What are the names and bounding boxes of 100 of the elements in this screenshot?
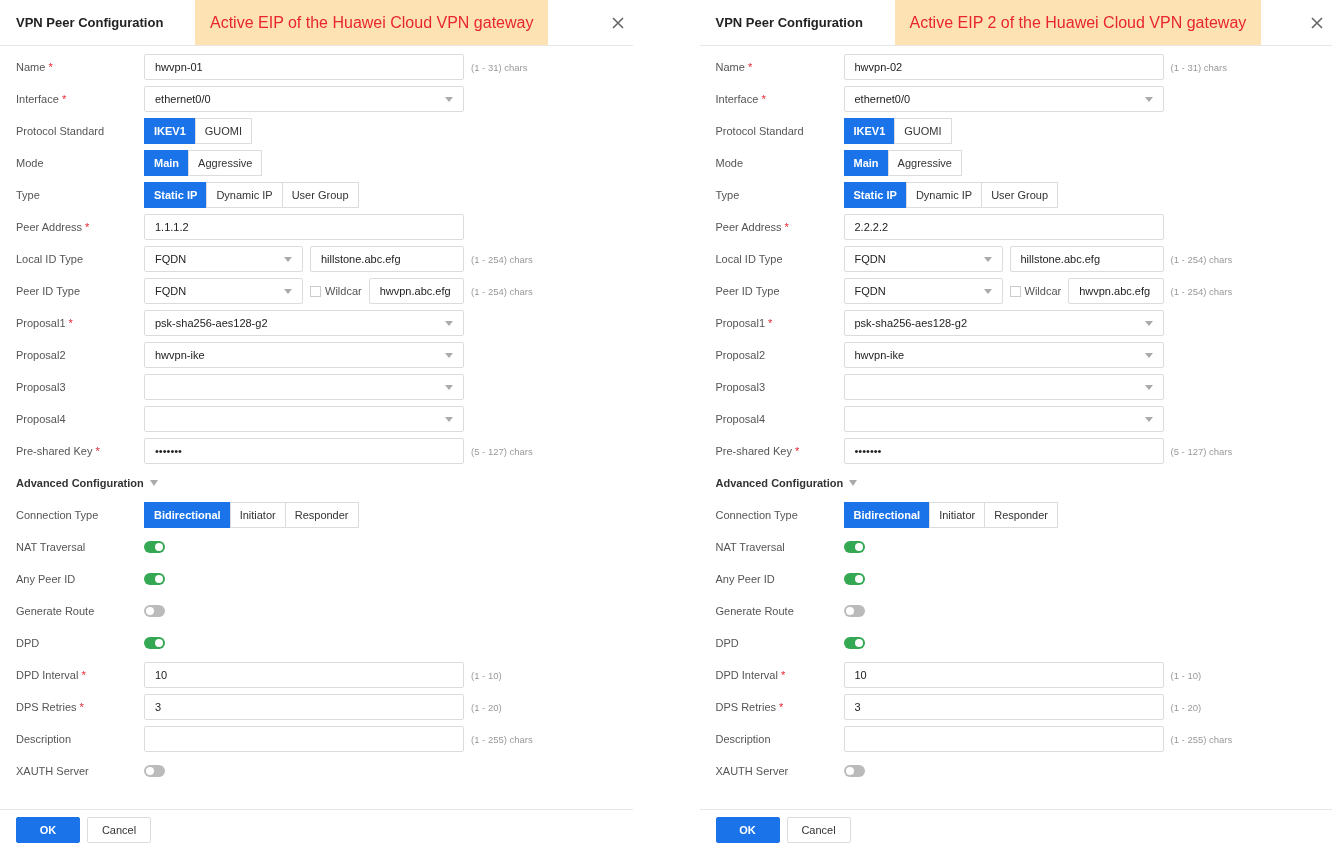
close-icon[interactable] (610, 15, 625, 30)
text-field[interactable]: ••••••• (144, 438, 464, 464)
field-label: Proposal3 (16, 381, 67, 393)
text-field[interactable]: hwvpn.abc.efg (368, 278, 464, 304)
field-label: Peer ID Type (16, 285, 81, 297)
toggle-switch[interactable] (843, 573, 865, 585)
text-field[interactable]: 10 (843, 662, 1164, 688)
segment-option[interactable]: User Group (981, 182, 1058, 208)
field-label: Description (16, 733, 73, 745)
text-field[interactable]: hillstone.abc.efg (1009, 246, 1164, 272)
segment-option[interactable]: Dynamic IP (206, 182, 283, 208)
dropdown[interactable]: ethernet0/0 (144, 86, 464, 112)
segment-option[interactable]: GUOMI (894, 118, 952, 144)
field-label: Proposal1 * (16, 317, 74, 329)
segment-option[interactable]: Responder (984, 502, 1059, 528)
close-icon[interactable] (1310, 15, 1324, 30)
text-field[interactable]: 3 (144, 694, 464, 720)
field-label: Mode (16, 157, 45, 169)
dropdown[interactable] (144, 374, 464, 400)
segment-option[interactable]: Initiator (929, 502, 986, 528)
segment-option[interactable]: User Group (281, 182, 359, 208)
field-label: NAT Traversal (16, 541, 87, 553)
toggle-switch[interactable] (843, 605, 865, 617)
field-hint: (1 - 255) chars (470, 733, 534, 745)
segment-option[interactable]: Main (144, 150, 190, 176)
text-field[interactable] (843, 726, 1164, 752)
toggle-switch[interactable] (843, 541, 865, 553)
dropdown[interactable]: hwvpn-ike (843, 342, 1164, 368)
field-hint: (1 - 10) (1169, 669, 1203, 681)
field-label: Any Peer ID (715, 573, 776, 585)
text-field[interactable]: 2.2.2.2 (843, 214, 1164, 240)
field-label: DPD Interval * (16, 669, 87, 681)
checkbox[interactable] (1009, 285, 1021, 297)
ok-button[interactable]: OK (16, 817, 80, 843)
dropdown[interactable]: psk-sha256-aes128-g2 (144, 310, 464, 336)
segment-option[interactable]: Aggressive (188, 150, 263, 176)
segment-option[interactable]: Aggressive (887, 150, 962, 176)
toggle-switch[interactable] (843, 765, 865, 777)
field-hint: (1 - 10) (470, 669, 503, 681)
checkbox[interactable] (310, 285, 321, 297)
dropdown[interactable]: hwvpn-ike (144, 342, 464, 368)
field-label: Peer ID Type (715, 285, 781, 297)
ok-button[interactable]: OK (715, 817, 780, 843)
field-label: XAUTH Server (16, 765, 90, 777)
field-label: Generate Route (16, 605, 96, 617)
checkbox-label: Wildcar (325, 285, 362, 297)
segment-option[interactable]: Dynamic IP (905, 182, 983, 208)
field-hint: (1 - 31) chars (1169, 61, 1228, 73)
text-field[interactable]: hwvpn-02 (843, 54, 1164, 80)
segment-option[interactable]: Bidirectional (144, 502, 231, 528)
dropdown[interactable] (843, 374, 1164, 400)
cancel-button[interactable]: Cancel (786, 817, 851, 843)
field-label: DPD Interval * (715, 669, 787, 681)
segment-option[interactable]: Initiator (229, 502, 286, 528)
segment-option[interactable]: Responder (284, 502, 359, 528)
toggle-switch[interactable] (144, 541, 165, 553)
dropdown[interactable]: FQDN (843, 246, 1003, 272)
field-label: Interface * (16, 93, 68, 105)
caret-icon[interactable] (849, 480, 858, 486)
dropdown[interactable]: FQDN (144, 246, 303, 272)
dropdown[interactable] (843, 406, 1164, 432)
dropdown-arrow-icon (445, 96, 453, 102)
toggle-switch[interactable] (144, 765, 165, 777)
text-field[interactable]: 10 (144, 662, 464, 688)
text-field[interactable]: hwvpn-01 (144, 54, 464, 80)
text-field[interactable]: 3 (843, 694, 1164, 720)
caret-icon[interactable] (149, 480, 158, 486)
dropdown-arrow-icon (1144, 352, 1153, 358)
dropdown[interactable]: FQDN (843, 278, 1003, 304)
field-hint: (1 - 254) chars (470, 253, 534, 265)
field-label: NAT Traversal (715, 541, 786, 553)
segment-option[interactable]: IKEV1 (144, 118, 196, 144)
toggle-switch[interactable] (144, 573, 165, 585)
dropdown[interactable]: ethernet0/0 (843, 86, 1164, 112)
segment-option[interactable]: IKEV1 (843, 118, 896, 144)
segment-option[interactable]: Bidirectional (843, 502, 931, 528)
toggle-switch[interactable] (144, 637, 165, 649)
text-field[interactable]: hillstone.abc.efg (310, 246, 464, 272)
toggle-switch[interactable] (144, 605, 165, 617)
cancel-button[interactable]: Cancel (87, 817, 151, 843)
segment-option[interactable]: Static IP (144, 182, 208, 208)
segment-option[interactable]: Main (843, 150, 889, 176)
text-field[interactable]: hwvpn.abc.efg (1068, 278, 1164, 304)
field-label: Name * (715, 61, 754, 73)
text-field[interactable]: 1.1.1.2 (144, 214, 464, 240)
section-heading: Advanced Configuration (715, 477, 844, 489)
dropdown[interactable]: psk-sha256-aes128-g2 (843, 310, 1164, 336)
toggle-switch[interactable] (843, 637, 865, 649)
dialog-title: VPN Peer Configuration (715, 15, 863, 30)
segment-option[interactable]: Static IP (843, 182, 907, 208)
text-field[interactable]: ••••••• (843, 438, 1164, 464)
dropdown[interactable] (144, 406, 464, 432)
field-hint: (5 - 127) chars (1169, 445, 1234, 457)
dropdown-arrow-icon (1144, 96, 1153, 102)
dropdown[interactable]: FQDN (144, 278, 303, 304)
text-field[interactable] (144, 726, 464, 752)
segment-option[interactable]: GUOMI (194, 118, 253, 144)
field-label: Proposal4 (715, 413, 767, 425)
field-label: Connection Type (16, 509, 100, 521)
dialog-title: VPN Peer Configuration (16, 15, 164, 30)
